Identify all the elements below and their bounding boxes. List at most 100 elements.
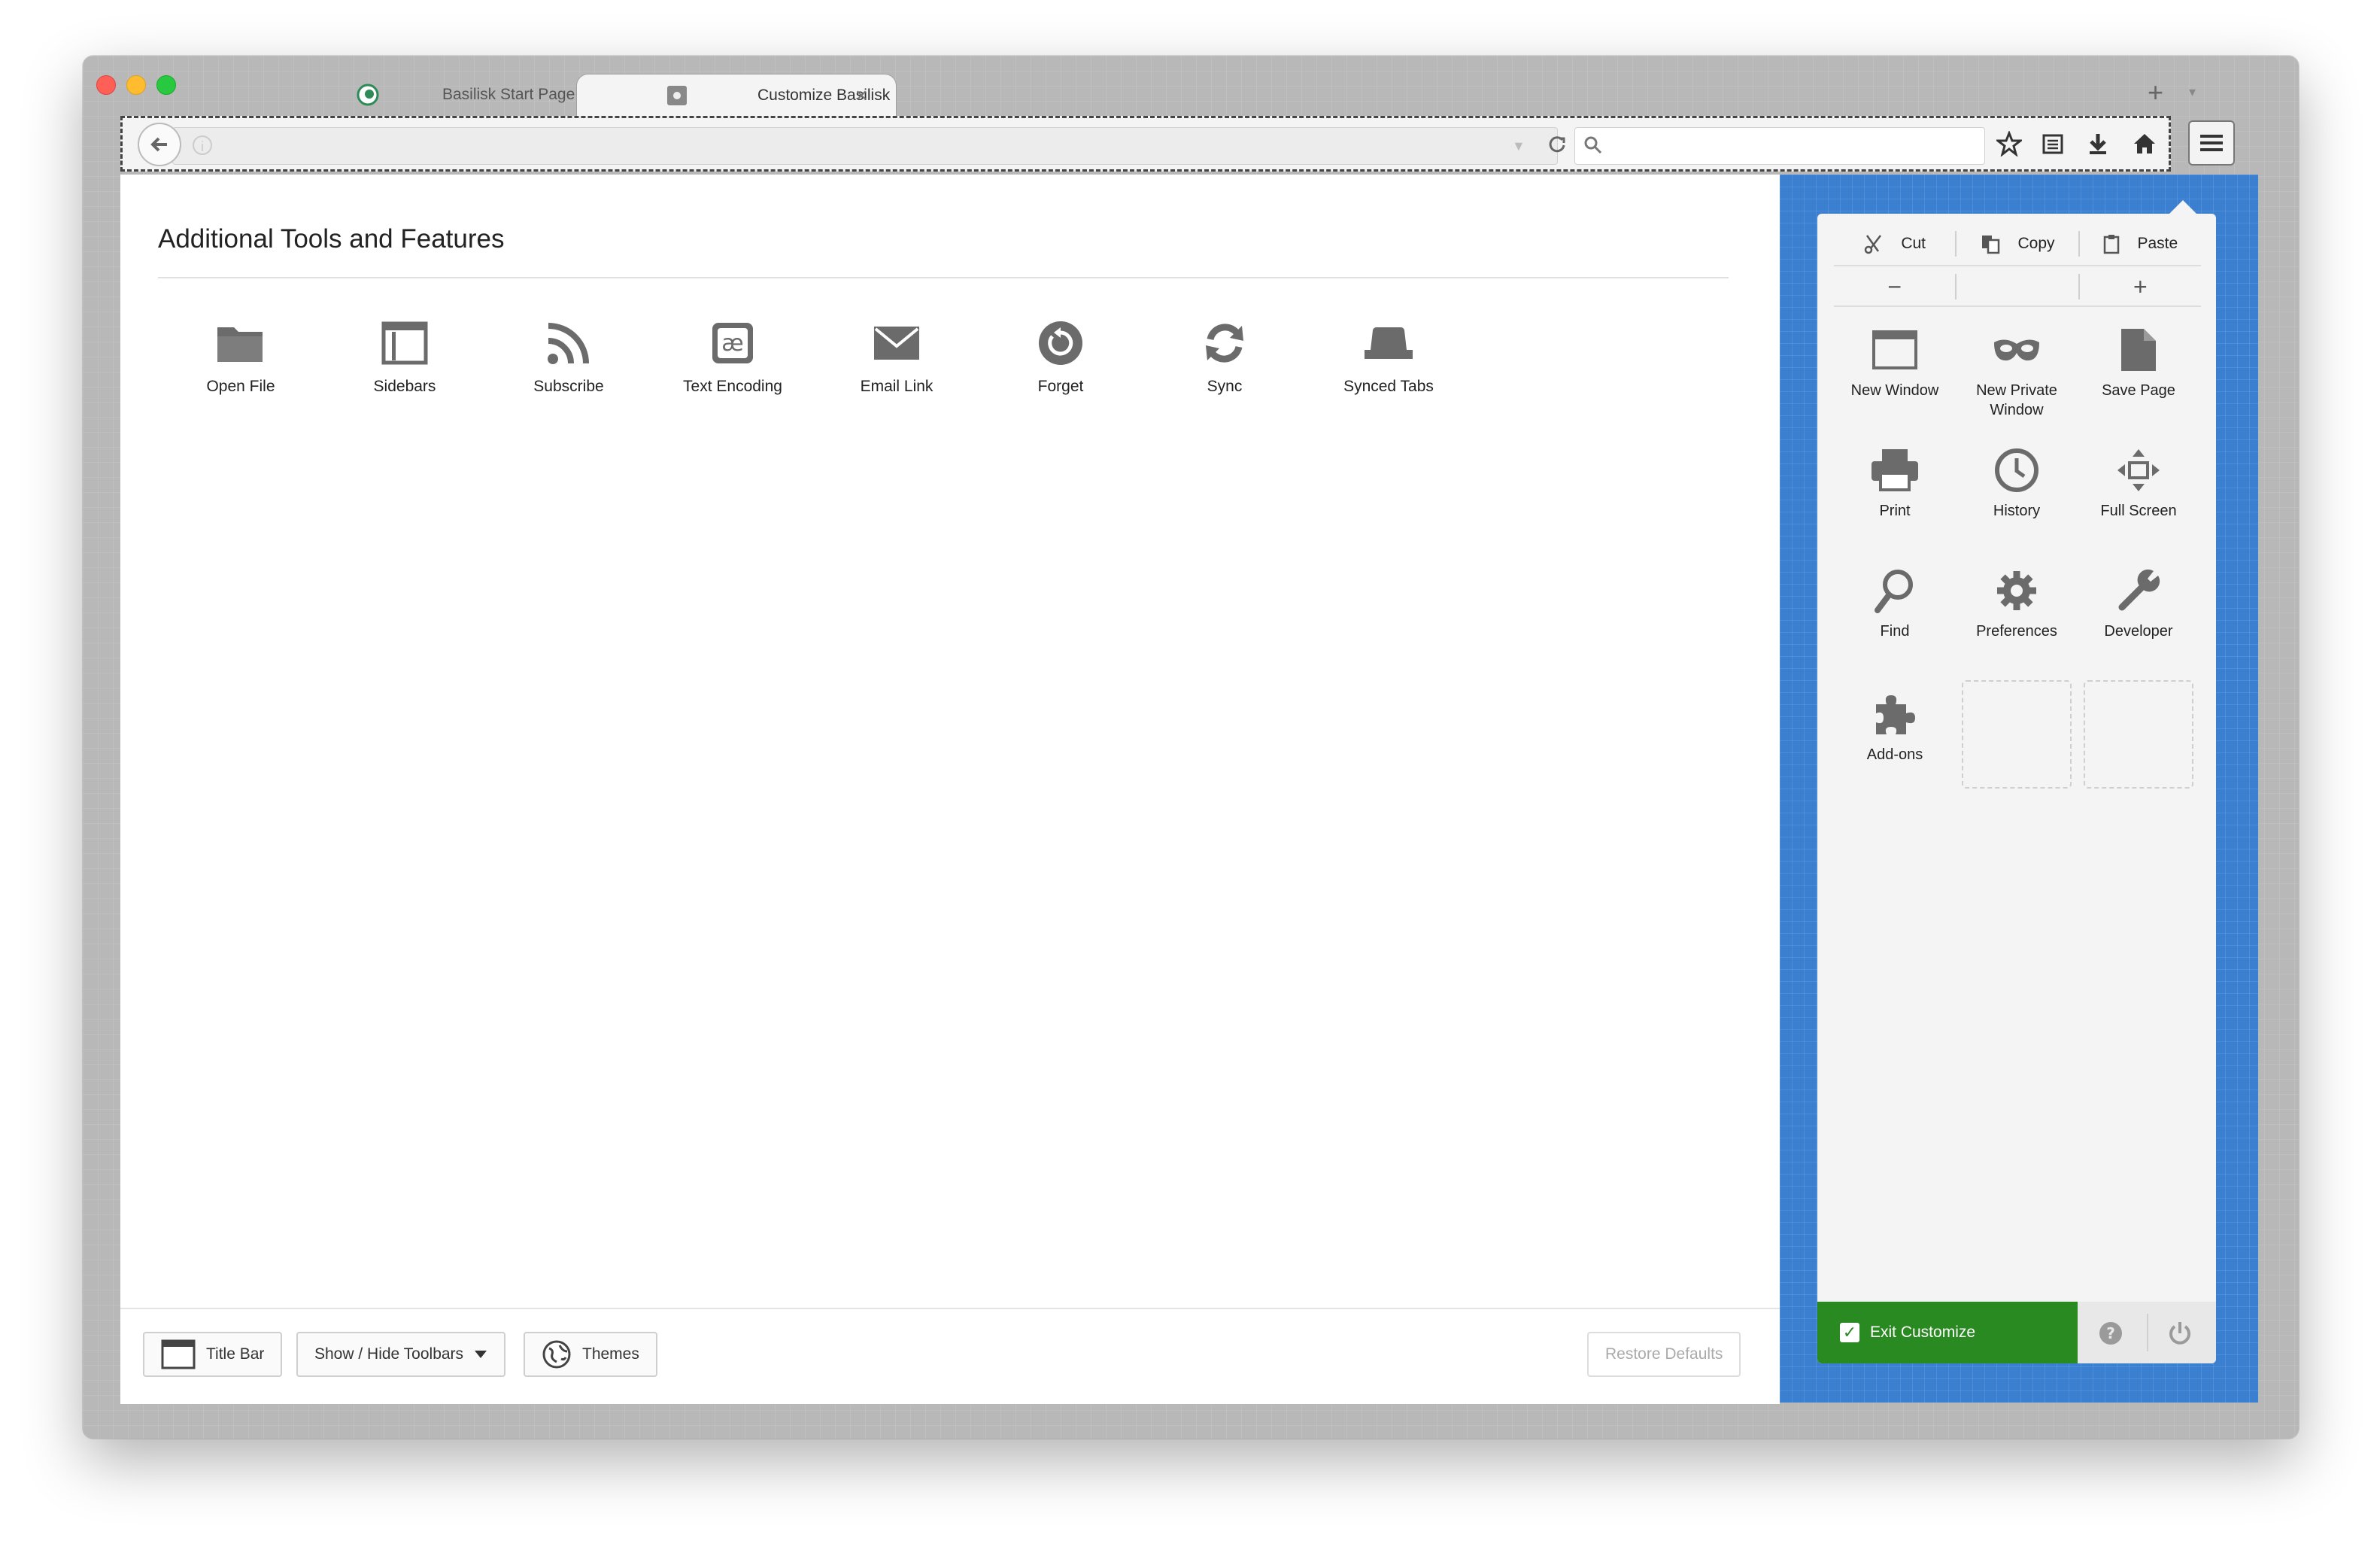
url-bar[interactable]: i ▼ [172,127,1565,165]
item-label: Sync [1207,378,1243,395]
dropdown-arrow-icon [475,1351,487,1358]
fullscreen-icon [2078,444,2199,497]
clipboard-icon [2104,235,2120,254]
text-encoding-icon: æ [650,315,815,372]
item-label: Synced Tabs [1343,378,1434,395]
panel-item-history[interactable]: History [1956,444,2078,521]
panel-item-add-ons[interactable]: Add-ons [1834,688,1956,764]
palette-item-forget[interactable]: Forget [978,315,1143,396]
themes-button[interactable]: Themes [524,1332,657,1377]
item-label: Text Encoding [683,378,782,395]
panel-item-print[interactable]: Print [1834,444,1956,521]
item-label: Preferences [1976,623,2057,640]
power-icon[interactable] [2163,1317,2196,1350]
item-label: Add-ons [1866,746,1923,763]
page-icon [2078,324,2199,376]
palette-item-sync[interactable]: Sync [1142,315,1307,396]
item-label: Subscribe [533,378,604,395]
palette-item-text-encoding[interactable]: æ Text Encoding [650,315,815,396]
copy-label: Copy [2017,235,2055,252]
menu-panel: Cut Copy Paste − + New Window New Privat… [1817,214,2216,1363]
divider [158,277,1729,278]
item-label: Save Page [2102,382,2175,399]
list-all-tabs-button[interactable]: ▾ [2189,84,2196,100]
panel-item-save-page[interactable]: Save Page [2078,324,2199,400]
panel-item-find[interactable]: Find [1834,564,1956,641]
browser-window: Basilisk Start Page × Customize Basilisk… [83,56,2299,1439]
minimize-window-button[interactable] [126,75,146,95]
new-tab-button[interactable]: + [2148,77,2163,108]
item-label: Developer [2104,623,2173,640]
title-bar-button[interactable]: Title Bar [143,1332,283,1377]
info-icon[interactable]: i [193,135,212,155]
hamburger-icon [2200,135,2223,151]
cut-label: Cut [1901,235,1926,252]
synced-tabs-icon [1306,315,1471,372]
reload-icon[interactable] [1546,132,1568,161]
gear-tab-icon [666,84,688,107]
zoom-out-button[interactable]: − [1834,273,1955,301]
back-arrow-icon [150,137,167,152]
empty-slot[interactable] [2084,680,2193,789]
palette-item-sidebars[interactable]: Sidebars [322,315,487,396]
window-icon [1834,324,1956,376]
cut-button[interactable]: Cut [1834,233,1955,254]
item-label: Find [1880,623,1910,640]
paste-button[interactable]: Paste [2080,233,2201,254]
back-button[interactable] [138,123,181,166]
divider [1955,274,1957,299]
url-dropmarker-icon[interactable]: ▼ [1512,138,1525,154]
toolbars-label: Show / Hide Toolbars [314,1345,464,1363]
mask-icon [1956,324,2078,376]
restore-defaults-label: Restore Defaults [1605,1345,1723,1363]
panel-item-full-screen[interactable]: Full Screen [2078,444,2199,521]
edit-controls: Cut Copy Paste [1834,223,2201,266]
empty-slot[interactable] [1962,680,2072,789]
tab-customize-basilisk[interactable]: Customize Basilisk × [576,74,897,117]
close-window-button[interactable] [96,75,116,95]
bookmarks-menu-icon[interactable] [2038,129,2068,159]
palette-item-synced-tabs[interactable]: Synced Tabs [1306,315,1471,396]
panel-item-preferences[interactable]: Preferences [1956,564,2078,641]
palette-item-subscribe[interactable]: Subscribe [486,315,651,396]
open-menu-button[interactable] [2188,120,2235,166]
item-label: Forget [1037,378,1084,395]
bookmark-star-icon[interactable] [1994,129,2024,159]
envelope-icon [814,315,979,372]
palette-item-open-file[interactable]: Open File [158,315,323,396]
navigation-toolbar: i ▼ [120,116,2171,172]
panel-item-developer[interactable]: Developer [2078,564,2199,641]
panel-item-new-window[interactable]: New Window [1834,324,1956,400]
folder-icon [158,315,323,372]
rss-icon [486,315,651,372]
item-label: Sidebars [373,378,436,395]
item-label: New Window [1850,382,1939,399]
copy-button[interactable]: Copy [1957,233,2078,254]
copy-icon [1982,236,2000,254]
home-icon[interactable] [2130,129,2160,159]
toolbars-button[interactable]: Show / Hide Toolbars [296,1332,506,1377]
search-icon [1583,135,1604,160]
customization-palette: Additional Tools and Features Open File … [120,175,1780,1404]
panel-footer: ✓ Exit Customize ? [1817,1302,2216,1363]
tab-title: Customize Basilisk [757,87,891,104]
restore-defaults-button[interactable]: Restore Defaults [1587,1332,1741,1377]
svg-text:æ: æ [721,330,743,357]
paste-label: Paste [2137,235,2178,252]
exit-customize-button[interactable]: ✓ Exit Customize [1817,1302,2078,1363]
panel-item-new-private-window[interactable]: New Private Window [1956,324,2078,420]
zoom-window-button[interactable] [156,75,176,95]
palette-item-email-link[interactable]: Email Link [814,315,979,396]
item-label: Open File [206,378,275,395]
panel-arrow [2169,200,2196,214]
forget-icon [978,315,1143,372]
puzzle-icon [1834,688,1956,740]
downloads-icon[interactable] [2083,129,2113,159]
search-bar[interactable] [1574,127,1985,165]
gear-icon [1956,564,2078,617]
help-icon[interactable]: ? [2094,1317,2127,1350]
close-tab-icon[interactable]: × [855,84,867,108]
tab-title: Basilisk Start Page [442,86,575,103]
zoom-in-button[interactable]: + [2080,273,2201,301]
globe-icon [542,1340,571,1369]
